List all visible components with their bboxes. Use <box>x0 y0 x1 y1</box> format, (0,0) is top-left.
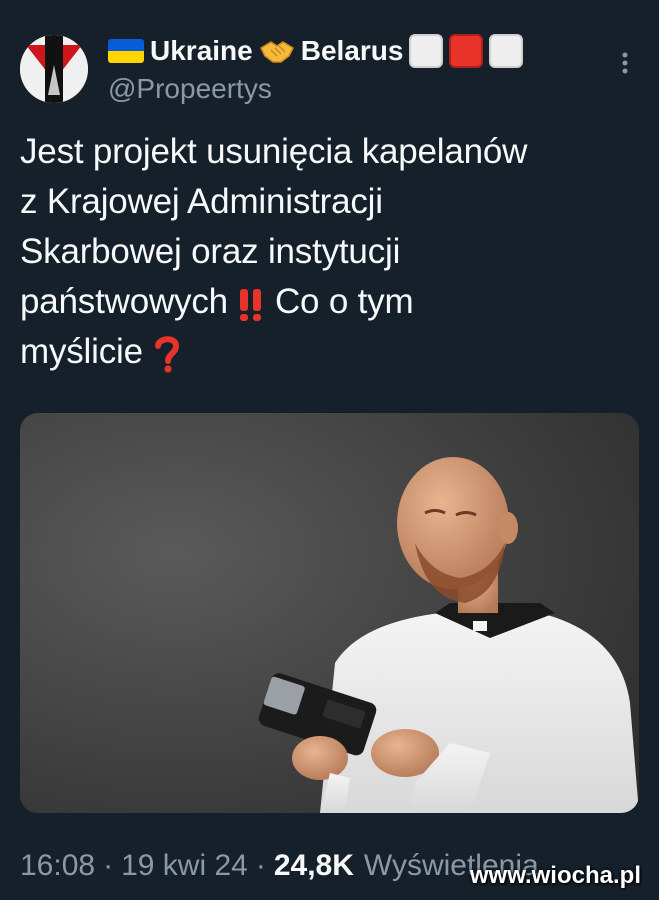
white-square-icon <box>409 34 444 68</box>
tweet-line-text: myślicie <box>20 332 143 371</box>
watermark: www.wiocha.pl <box>469 862 641 889</box>
tweet-date[interactable]: 19 kwi 24 <box>121 849 248 883</box>
double-exclamation-icon <box>240 288 262 321</box>
tweet-line: Skarbowej oraz instytucji <box>20 232 401 271</box>
avatar-icon <box>20 35 88 103</box>
tweet-text: Jest projekt usunięcia kapelanów z Krajo… <box>20 127 635 377</box>
tweet-line-text: państwowych <box>20 282 228 321</box>
tweet-time[interactable]: 16:08 <box>20 849 95 883</box>
display-name-row[interactable]: Ukraine Belarus <box>108 33 524 69</box>
display-name-part-2: Belarus <box>300 35 404 66</box>
tweet-line: państwowych Co o tym <box>20 277 635 327</box>
tweet-line-text: Co o tym <box>274 282 414 321</box>
photo-priest-with-card-terminal <box>20 413 639 813</box>
tweet-header: Ukraine Belarus @Propeertys <box>20 33 639 105</box>
separator-dot: · <box>255 849 266 882</box>
tweet-image[interactable] <box>20 413 639 813</box>
white-square-icon <box>489 34 524 68</box>
tweet-meta: 16:08 · 19 kwi 24 · 24,8K Wyświetlenia <box>20 846 539 886</box>
display-name-part-1: Ukraine <box>150 35 253 66</box>
views-count[interactable]: 24,8K <box>274 849 354 883</box>
ukraine-flag-icon <box>108 39 144 63</box>
tweet-line: Jest projekt usunięcia kapelanów <box>20 132 528 171</box>
separator-dot: · <box>103 849 114 882</box>
red-square-icon <box>449 34 484 68</box>
user-handle[interactable]: @Propeertys <box>108 73 272 105</box>
red-question-mark-icon <box>155 336 180 373</box>
tweet-line: myślicie <box>20 327 635 377</box>
more-vertical-icon[interactable] <box>615 47 635 77</box>
avatar[interactable] <box>20 35 88 103</box>
handshake-icon <box>259 41 294 63</box>
tweet-line: z Krajowej Administracji <box>20 182 383 221</box>
